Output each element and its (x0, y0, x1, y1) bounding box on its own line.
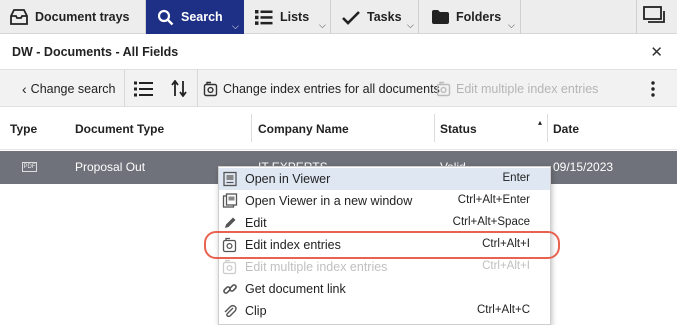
close-icon[interactable]: ✕ (650, 43, 663, 61)
list-view-icon (134, 81, 153, 96)
search-icon (157, 9, 174, 25)
page-title: DW - Documents - All Fields (12, 45, 179, 59)
nav-tasks[interactable]: Tasks (342, 0, 402, 34)
menu-item-clip[interactable]: Clip Ctrl+Alt+C (219, 300, 550, 322)
change-index-all-button[interactable]: Change index entries for all documents (203, 70, 440, 107)
edit-multiple-button[interactable]: Edit multiple index entries (436, 70, 598, 107)
nav-search-label: Search (181, 10, 223, 24)
column-header-date[interactable]: Date (553, 122, 579, 136)
column-divider[interactable] (434, 114, 435, 142)
change-search-button[interactable]: ‹ Change search (22, 70, 115, 107)
more-vertical-icon (651, 80, 655, 97)
sort-icon (171, 80, 187, 97)
result-list-header: DW - Documents - All Fields ✕ (0, 35, 677, 69)
checkmark-icon (342, 10, 360, 25)
more-options-button[interactable] (650, 70, 656, 107)
new-window-icon (222, 193, 238, 208)
window-layout-button[interactable] (643, 6, 669, 28)
menu-item-shortcut: Ctrl+Alt+Space (452, 216, 530, 228)
multi-index-icon (222, 259, 237, 275)
menu-item-label: Open in Viewer (245, 172, 331, 186)
viewer-icon (223, 171, 237, 187)
change-index-all-label: Change index entries for all documents (223, 81, 440, 96)
column-divider[interactable] (251, 114, 252, 142)
nav-folders-label: Folders (456, 10, 502, 24)
menu-item-label: Edit (245, 216, 267, 230)
nav-divider (418, 0, 419, 34)
link-icon (223, 284, 237, 294)
folder-icon (432, 10, 449, 24)
menu-item-label: Open Viewer in a new window (245, 194, 413, 208)
chevron-down-icon[interactable]: ⌵ (232, 21, 239, 32)
nav-tasks-label: Tasks (367, 10, 402, 24)
menu-item-label: Get document link (245, 282, 346, 296)
list-view-button[interactable] (134, 70, 153, 107)
nav-lists[interactable]: Lists (255, 0, 309, 34)
multi-index-icon (436, 81, 451, 96)
cell-date: 09/15/2023 (553, 160, 614, 174)
menu-item-shortcut: Ctrl+Alt+C (476, 304, 530, 316)
change-search-label: Change search (30, 81, 116, 96)
column-header-status[interactable]: Status (440, 122, 477, 136)
menu-item-edit-multiple-index-entries[interactable]: Edit multiple index entries Ctrl+Alt+I (219, 256, 550, 278)
toolbar-divider (197, 70, 198, 107)
sort-button[interactable] (171, 70, 187, 107)
pencil-icon (225, 217, 236, 228)
toolbar-divider (124, 70, 125, 107)
chevron-down-icon[interactable]: ⌵ (319, 20, 326, 31)
menu-item-open-viewer-new-window[interactable]: Open Viewer in a new window Ctrl+Alt+Ent… (219, 190, 550, 212)
window-icon (643, 6, 665, 23)
column-header-type[interactable]: Type (10, 122, 37, 136)
result-toolbar: ‹ Change search Change index entries for… (0, 69, 677, 107)
menu-item-shortcut: Ctrl+Alt+Enter (457, 194, 530, 206)
nav-search-inner: Search (157, 0, 223, 34)
chevron-left-icon: ‹ (22, 80, 27, 97)
tray-icon (10, 9, 28, 25)
nav-divider (520, 0, 521, 34)
nav-document-trays[interactable]: Document trays (10, 0, 129, 34)
column-header-document-type[interactable]: Document Type (75, 122, 164, 136)
column-header-company-name[interactable]: Company Name (258, 122, 349, 136)
nav-divider (636, 0, 637, 34)
sort-asc-icon: ▴ (538, 118, 543, 127)
menu-item-open-in-viewer[interactable]: Open in Viewer Enter (219, 168, 550, 190)
nav-divider (330, 0, 331, 34)
top-navigation-bar: Document trays Search ⌵ Lists ⌵ Tasks ⌵ … (0, 0, 677, 34)
grid-header: Type Document Type Company Name Status ▴… (0, 108, 677, 150)
menu-item-label: Clip (245, 304, 267, 318)
column-divider[interactable] (547, 114, 548, 142)
nav-folders[interactable]: Folders (432, 0, 501, 34)
edit-multiple-label: Edit multiple index entries (456, 81, 599, 96)
menu-item-get-document-link[interactable]: Get document link (219, 278, 550, 300)
index-entries-icon (203, 81, 218, 96)
cell-document-type: Proposal Out (75, 160, 146, 174)
nav-lists-label: Lists (280, 10, 310, 24)
paperclip-icon (224, 304, 237, 318)
nav-search[interactable]: Search ⌵ (146, 0, 244, 34)
callout-highlight-ring (204, 231, 560, 259)
menu-item-shortcut: Enter (502, 172, 531, 184)
pdf-icon: PDF (22, 162, 37, 172)
menu-item-shortcut: Ctrl+Alt+I (482, 260, 530, 272)
list-icon (255, 9, 273, 25)
chevron-down-icon[interactable]: ⌵ (508, 20, 515, 31)
nav-document-trays-label: Document trays (35, 10, 130, 24)
chevron-down-icon[interactable]: ⌵ (407, 20, 414, 31)
menu-item-label: Edit multiple index entries (245, 260, 388, 274)
